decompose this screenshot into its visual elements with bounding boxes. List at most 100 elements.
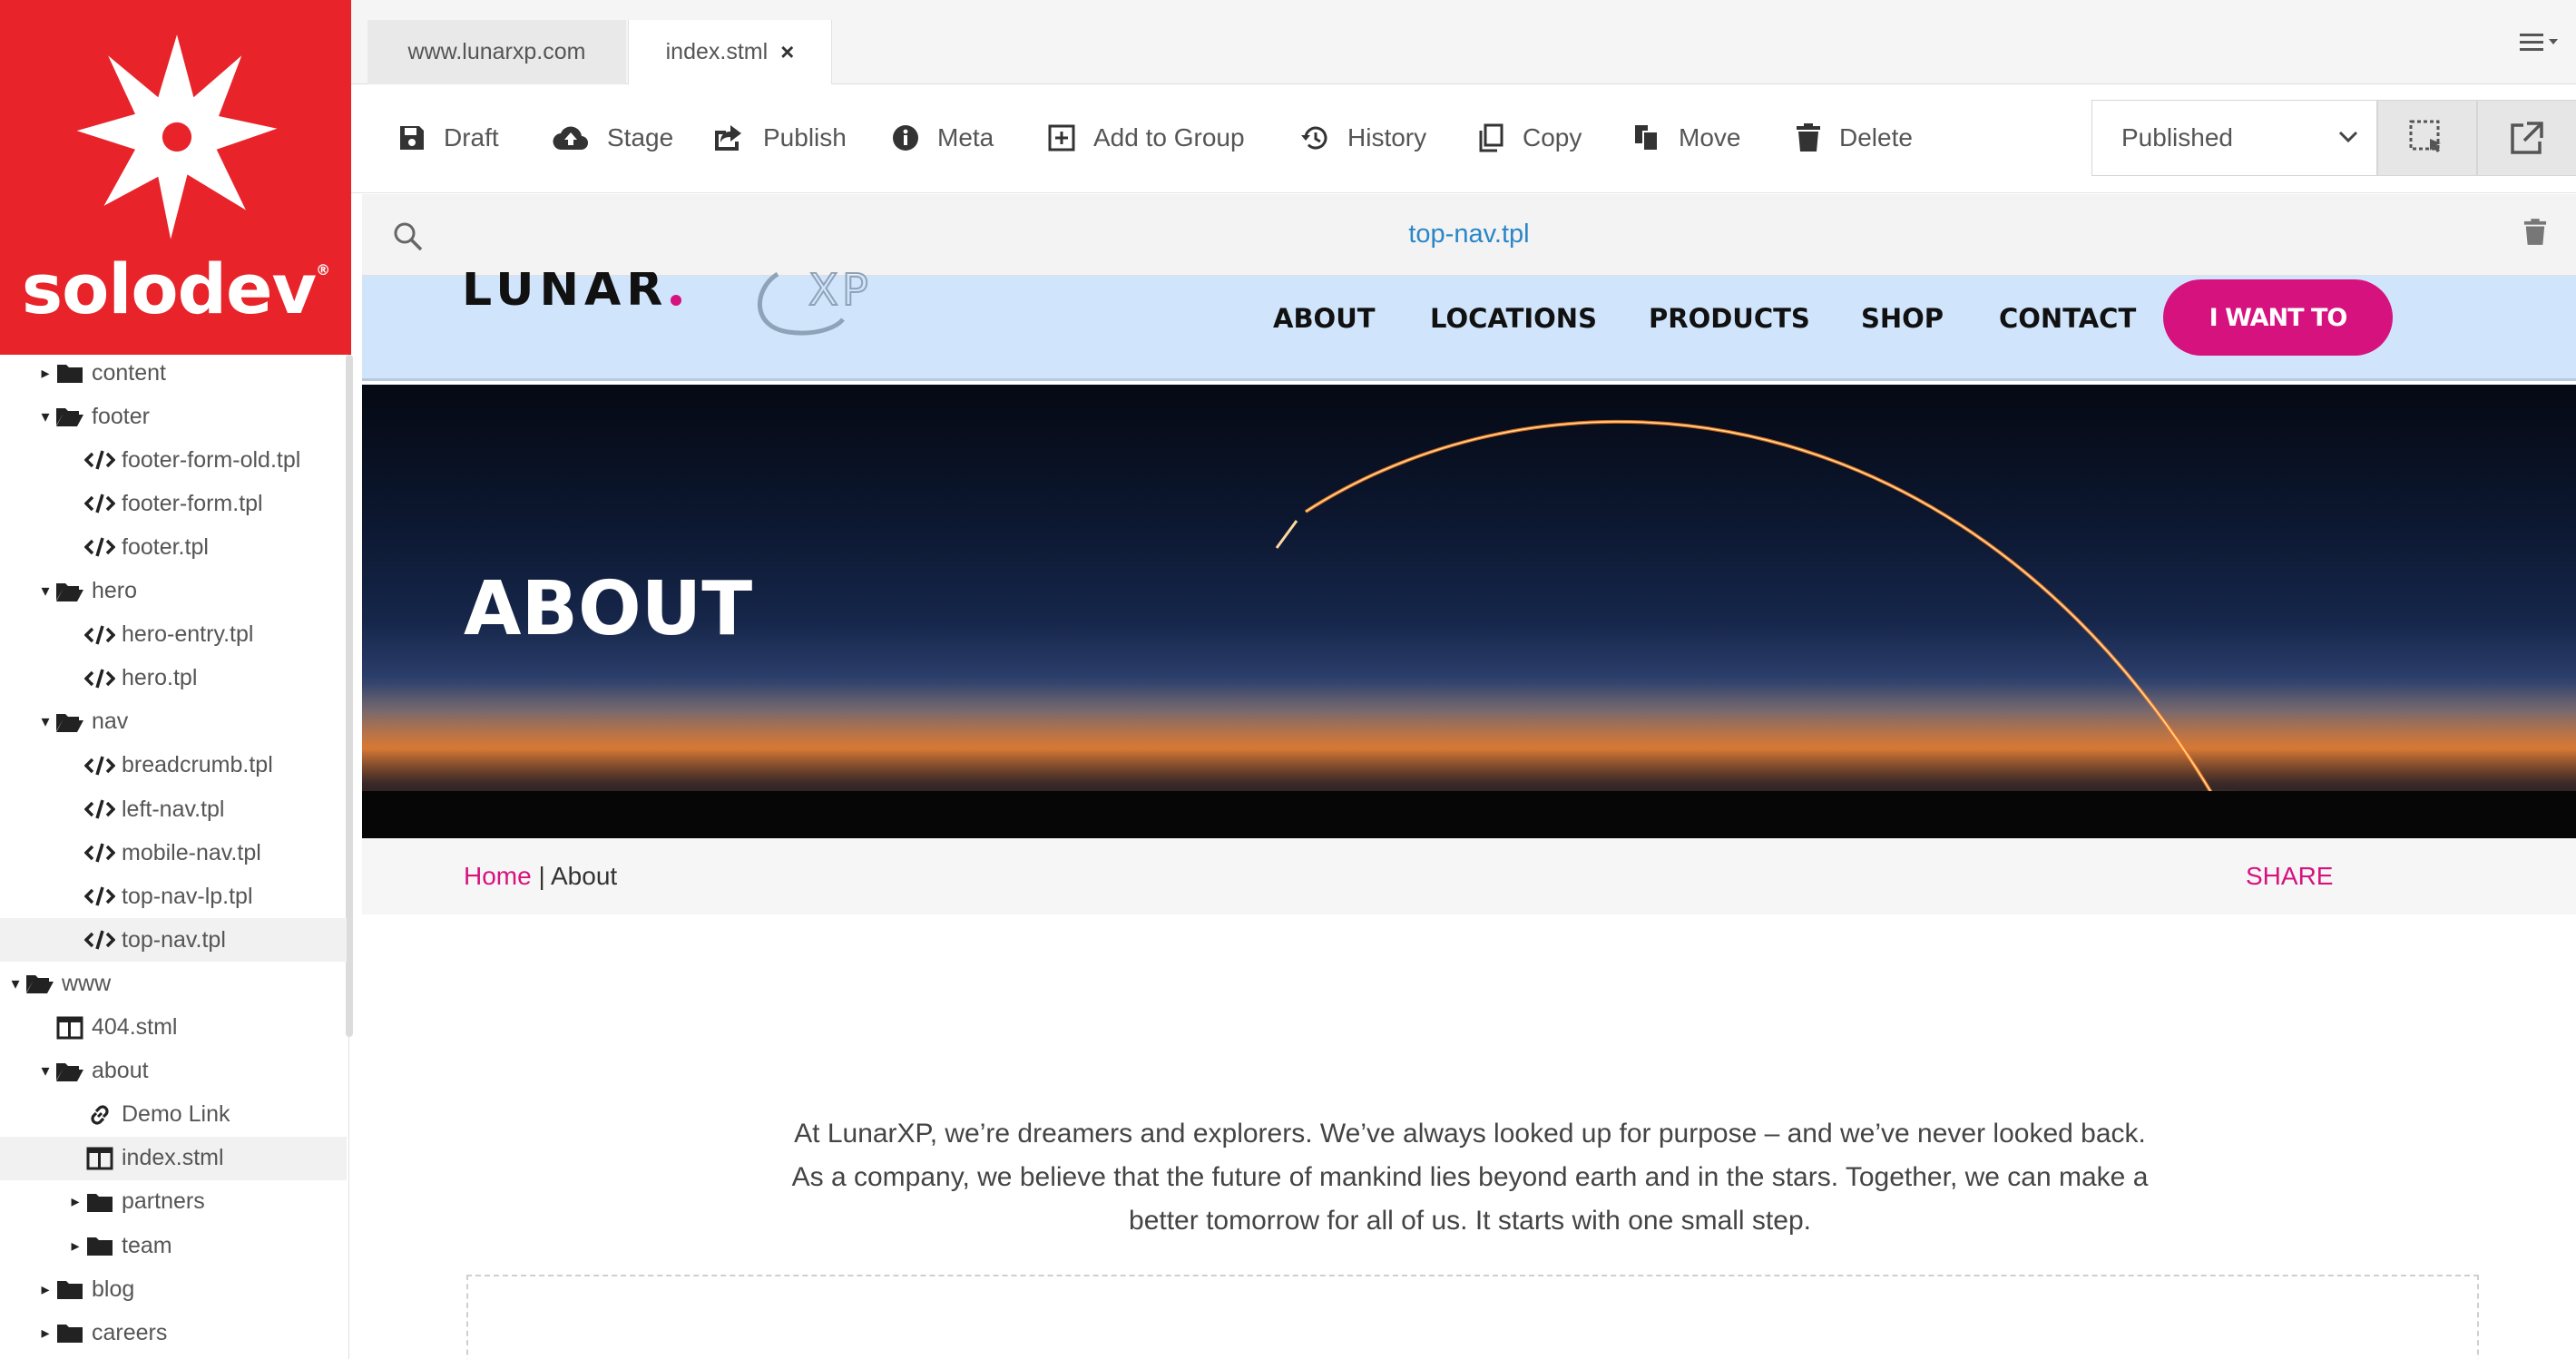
tree-item-label: hero.tpl [122,665,198,691]
nav-about[interactable]: ABOUT [1273,303,1376,334]
delete-button[interactable]: Delete [1796,117,1913,159]
share-out-icon [715,125,741,151]
code-icon [83,536,116,558]
caret-right-icon[interactable]: ▸ [37,1324,54,1343]
tree-item[interactable]: ▾ hero [0,570,347,613]
tree-item[interactable]: ▸ content [0,351,347,395]
nav-contact[interactable]: CONTACT [1999,303,2136,334]
tree-item[interactable]: ▾ nav [0,700,347,744]
tree-item-label: mobile-nav.tpl [122,839,261,865]
tree-item-label: top-nav.tpl [122,926,226,953]
folder-icon [54,1322,86,1344]
tree-item[interactable]: breadcrumb.tpl [0,744,347,787]
tree-item-label: hero [92,578,138,603]
chevron-down-icon [2338,131,2358,143]
tree-item[interactable]: hero.tpl [0,657,347,700]
caret-right-icon[interactable]: ▸ [37,364,54,383]
tree-item[interactable]: mobile-nav.tpl [0,831,347,875]
tree-item[interactable]: left-nav.tpl [0,787,347,831]
history-button[interactable]: History [1300,117,1426,159]
share-link[interactable]: SHARE [2246,862,2333,891]
select-region-button[interactable] [2377,100,2477,176]
code-icon [83,493,116,514]
tree-scrollbar[interactable] [346,355,353,1037]
close-tab-icon[interactable]: × [780,38,794,66]
tree-item[interactable]: index.stml [0,1136,347,1180]
caret-right-icon[interactable]: ▸ [67,1192,83,1211]
tree-item-label: footer-form.tpl [122,490,263,516]
tree-item-label: left-nav.tpl [122,796,225,822]
tree-item[interactable]: footer-form-old.tpl [0,438,347,482]
toolbar: Draft Stage Publish Meta Add to Group Hi… [351,84,2576,193]
open-external-button[interactable] [2477,100,2576,176]
hamburger-menu-icon[interactable] [2520,31,2560,62]
breadcrumb-current: About [551,862,618,890]
page-icon [54,1016,86,1040]
tree-item[interactable]: ▾ footer [0,395,347,438]
code-icon [83,668,116,689]
caret-right-icon[interactable]: ▸ [67,1237,83,1256]
lunarxp-logo[interactable]: LUNAR XP [462,272,934,345]
caret-down-icon[interactable]: ▾ [37,712,54,731]
i-want-to-button[interactable]: I WANT TO [2163,279,2393,356]
nav-products[interactable]: PRODUCTS [1649,303,1810,334]
tree-item[interactable]: ▾ www [0,962,347,1005]
plus-square-icon [1048,124,1075,152]
caret-down-icon[interactable]: ▾ [7,974,24,993]
tree-item[interactable]: top-nav-lp.tpl [0,875,347,918]
content-dropzone[interactable] [466,1275,2479,1359]
stage-button[interactable]: Stage [553,117,673,159]
tab-index-stml[interactable]: index.stml × [628,20,832,84]
intro-text: At LunarXP, we’re dreamers and explorers… [791,1119,2149,1236]
tab-site[interactable]: www.lunarxp.com [367,20,626,84]
link-icon [83,1101,116,1129]
tree-item[interactable]: ▸ careers [0,1311,347,1354]
caret-down-icon[interactable]: ▾ [37,582,54,601]
nav-shop[interactable]: SHOP [1861,303,1944,334]
hero-title: ABOUT [464,566,753,652]
caret-down-icon[interactable]: ▾ [37,407,54,426]
caret-right-icon[interactable]: ▸ [37,1280,54,1299]
draft-button[interactable]: Draft [398,117,499,159]
caret-down-icon[interactable]: ▾ [37,1061,54,1080]
tree-item-label: www [62,970,112,996]
tree-item[interactable]: top-nav.tpl [0,918,347,963]
tree-item-label: nav [92,709,129,735]
info-icon [893,125,918,151]
tree-item[interactable]: ▸ team [0,1224,347,1267]
tree-item[interactable]: footer-form.tpl [0,482,347,525]
tree-item-label: 404.stml [92,1014,178,1040]
cloud-upload-icon [553,126,589,151]
code-icon [83,842,116,864]
solodev-star-icon [76,34,278,240]
trash-icon[interactable] [2523,218,2547,247]
solodev-logo[interactable]: solodev® [0,0,351,355]
tree-item[interactable]: ▾ about [0,1050,347,1093]
tree-item[interactable]: Demo Link [0,1093,347,1137]
code-icon [83,449,116,471]
tree-item-label: index.stml [122,1145,224,1171]
folder-icon [54,1278,86,1300]
breadcrumb-home-link[interactable]: Home [464,862,532,890]
folder-open-icon [54,711,86,733]
publish-button[interactable]: Publish [712,117,847,159]
tree-item[interactable]: 404.stml [0,1006,347,1050]
nav-locations[interactable]: LOCATIONS [1430,303,1597,334]
copy-button[interactable]: Copy [1477,117,1582,159]
status-select[interactable]: Published [2091,100,2377,176]
tree-item[interactable]: hero-entry.tpl [0,613,347,657]
solodev-wordmark: solodev® [21,249,330,329]
tree-item[interactable]: ▸ blog [0,1267,347,1311]
folder-open-icon [54,1061,86,1082]
tree-item[interactable]: ▸ partners [0,1180,347,1224]
tree-item-label: blog [92,1276,135,1302]
meta-button[interactable]: Meta [892,117,994,159]
move-button[interactable]: Move [1633,117,1740,159]
file-bar: top-nav.tpl [362,194,2576,276]
page-icon [83,1147,116,1170]
current-file-name[interactable]: top-nav.tpl [362,220,2576,249]
folder-open-icon [54,581,86,602]
add-to-group-button[interactable]: Add to Group [1048,117,1245,159]
tree-item[interactable]: footer.tpl [0,525,347,569]
tree-item-label: breadcrumb.tpl [122,752,273,778]
